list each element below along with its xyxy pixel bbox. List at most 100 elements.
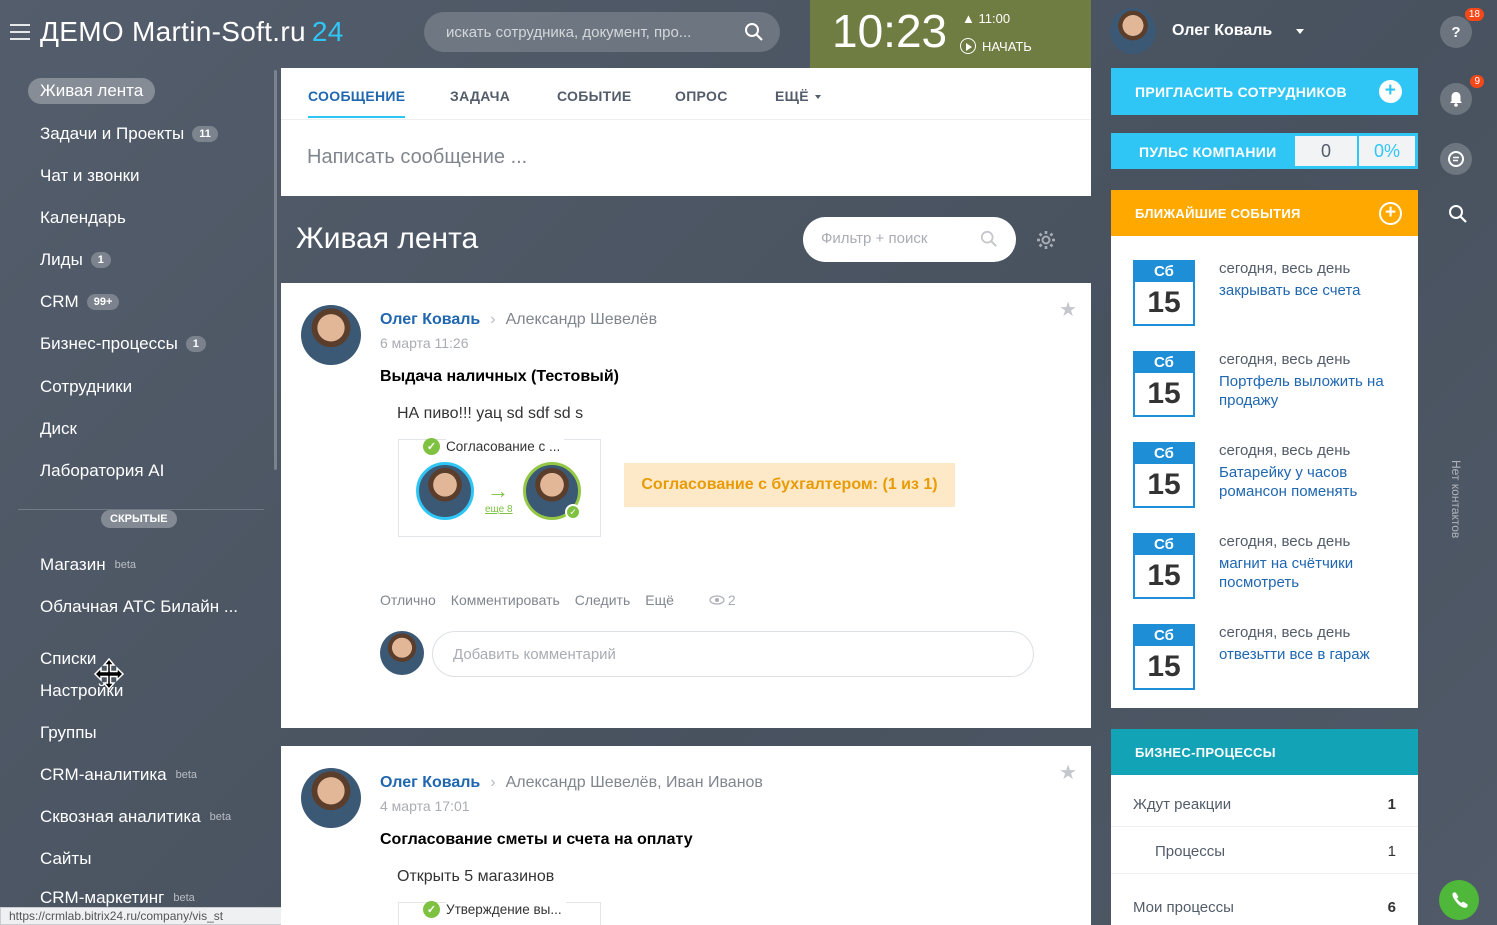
sidebar-item-groups[interactable]: Группы <box>40 723 97 743</box>
browser-status-url: https://crmlab.bitrix24.ru/company/vis_s… <box>0 907 283 925</box>
search-icon[interactable] <box>1448 204 1468 224</box>
global-search-input[interactable] <box>446 22 736 42</box>
star-icon[interactable]: ★ <box>1059 760 1077 785</box>
post-recipients[interactable]: Александр Шевелёв <box>506 311 657 328</box>
feed-filter-input[interactable] <box>821 230 971 247</box>
sidebar-item-calendar[interactable]: Календарь <box>40 208 126 228</box>
bizproc-card[interactable]: ✓ Утверждение вы... <box>398 901 601 925</box>
user-name[interactable]: Олег Коваль <box>1172 22 1272 40</box>
bizproc-row-processes[interactable]: Процессы 1 <box>1111 828 1418 874</box>
menu-icon[interactable] <box>10 24 30 40</box>
more-approvers-link[interactable]: еще 8 <box>485 504 513 515</box>
event-item[interactable]: Сб 15 сегодня, весь день отвезьтти все в … <box>1111 624 1418 704</box>
messenger-button[interactable] <box>1440 143 1472 175</box>
event-item[interactable]: Сб 15 сегодня, весь день магнит на счётчи… <box>1111 533 1418 613</box>
sidebar-item-ai-lab[interactable]: Лаборатория AI <box>40 461 164 481</box>
post-author[interactable]: Олег Коваль <box>380 774 480 791</box>
start-workday-button[interactable]: НАЧАТЬ <box>960 38 1032 54</box>
bizproc-row-mine[interactable]: Мои процессы 6 <box>1111 884 1418 925</box>
business-processes-widget: БИЗНЕС-ПРОЦЕССЫ Ждут реакции 1 Процессы 1 … <box>1111 729 1418 925</box>
sidebar-item-crm[interactable]: CRM 99+ <box>40 292 120 312</box>
sidebar-item-leads[interactable]: Лиды 1 <box>40 250 111 270</box>
tab-poll[interactable]: ОПРОС <box>675 88 728 104</box>
post-author[interactable]: Олег Коваль <box>380 311 480 328</box>
tasks-count-badge: 11 <box>192 126 218 142</box>
star-icon[interactable]: ★ <box>1059 297 1077 322</box>
feed-filter[interactable] <box>803 217 1016 262</box>
sidebar-item-shop[interactable]: Магазин beta <box>40 555 136 575</box>
leads-count-badge: 1 <box>90 252 111 268</box>
help-button[interactable]: ? 18 <box>1440 8 1484 48</box>
notifications-badge: 9 <box>1470 75 1484 88</box>
follow-button[interactable]: Следить <box>575 592 630 608</box>
sidebar-item-e2e-analytics[interactable]: Сквозная аналитика beta <box>40 807 231 827</box>
event-title-link[interactable]: Батарейку у часов романсон поменять <box>1219 463 1409 501</box>
more-button[interactable]: Ещё <box>645 592 674 608</box>
post-title: Согласование сметы и счета на оплату <box>380 831 693 848</box>
sidebar-item-beeline-ats[interactable]: Облачная АТС Билайн ... <box>40 597 238 617</box>
sidebar-item-tasks[interactable]: Задачи и Проекты 11 <box>40 124 218 144</box>
sidebar-item-crm-marketing[interactable]: CRM-маркетинг beta <box>40 888 195 908</box>
bizproc-card-title: ✓ Согласование с ... <box>423 438 565 455</box>
notifications-button[interactable]: 9 <box>1440 75 1484 115</box>
post-date[interactable]: 6 марта 11:26 <box>380 335 469 351</box>
sidebar-item-chat[interactable]: Чат и звонки <box>40 166 140 186</box>
worktime-clock[interactable]: 10:23 ▲ 11:00 НАЧАТЬ <box>810 0 1091 68</box>
sidebar-item-bizproc[interactable]: Бизнес-процессы 1 <box>40 334 206 354</box>
bizproc-row-waiting[interactable]: Ждут реакции 1 <box>1111 781 1418 827</box>
comment-button[interactable]: Комментировать <box>451 592 560 608</box>
approver-avatar[interactable] <box>416 462 474 520</box>
comment-input[interactable] <box>432 631 1034 677</box>
tab-more[interactable]: ЕЩЁ <box>775 88 821 104</box>
event-title-link[interactable]: отвезьтти все в гараж <box>1219 645 1409 664</box>
sidebar-item-crm-analytics[interactable]: CRM-аналитика beta <box>40 765 197 785</box>
post-body: Открыть 5 магазинов <box>397 868 555 885</box>
portal-logo[interactable]: ДЕМО Martin-Soft.ru 24 <box>40 16 344 48</box>
sidebar-item-employees[interactable]: Сотрудники <box>40 377 132 397</box>
move-cursor-icon <box>93 657 125 691</box>
global-search[interactable] <box>424 12 780 52</box>
tab-message[interactable]: СООБЩЕНИЕ <box>308 88 406 118</box>
page-title: Живая лента <box>296 222 479 255</box>
sidebar-item-feed[interactable]: Живая лента <box>28 78 156 104</box>
composer-tabs: СООБЩЕНИЕ ЗАДАЧА СОБЫТИЕ ОПРОС ЕЩЁ <box>281 68 1091 120</box>
gear-icon[interactable] <box>1036 230 1056 250</box>
bizproc-card-title: ✓ Утверждение вы... <box>423 901 566 918</box>
event-item[interactable]: Сб 15 сегодня, весь день Батарейку у часо… <box>1111 442 1418 522</box>
sidebar-item-sites[interactable]: Сайты <box>40 849 91 869</box>
calendar-icon: Сб 15 <box>1133 351 1195 417</box>
add-event-icon[interactable]: + <box>1379 202 1402 225</box>
user-menu[interactable]: Олег Коваль <box>1110 8 1305 54</box>
author-avatar[interactable] <box>301 305 361 365</box>
event-title-link[interactable]: Портфель выложить на продажу <box>1219 372 1409 410</box>
sidebar-item-lists[interactable]: Списки <box>40 649 96 669</box>
sidebar-item-disk[interactable]: Диск <box>40 419 77 439</box>
phone-button[interactable] <box>1439 880 1479 920</box>
user-avatar[interactable] <box>1110 8 1156 54</box>
bizproc-status-badge[interactable]: Согласование с бухгалтером: (1 из 1) <box>624 463 955 507</box>
post-recipients[interactable]: Александр Шевелёв, Иван Иванов <box>506 774 763 791</box>
event-title-link[interactable]: закрывать все счета <box>1219 281 1409 300</box>
author-avatar[interactable] <box>301 768 361 828</box>
hidden-section-toggle[interactable]: СКРЫТЫЕ <box>101 510 177 528</box>
like-button[interactable]: Отлично <box>380 592 436 608</box>
message-input[interactable]: Написать сообщение ... <box>307 146 527 169</box>
post-title: Выдача наличных (Тестовый) <box>380 368 619 385</box>
search-icon[interactable] <box>980 230 998 248</box>
post-date[interactable]: 4 марта 17:01 <box>380 798 470 814</box>
event-title-link[interactable]: магнит на счётчики посмотреть <box>1219 554 1409 592</box>
invite-employees-button[interactable]: ПРИГЛАСИТЬ СОТРУДНИКОВ + <box>1111 68 1418 115</box>
bizproc-card[interactable]: ✓ Согласование с ... → еще 8 ✓ <box>398 438 601 537</box>
event-item[interactable]: Сб 15 сегодня, весь день закрывать все сч… <box>1111 260 1418 340</box>
beta-tag: beta <box>114 559 136 571</box>
left-sidebar: Живая лента Задачи и Проекты 11 Чат и зво… <box>0 68 275 925</box>
tab-task[interactable]: ЗАДАЧА <box>450 88 510 104</box>
search-icon[interactable] <box>744 22 764 42</box>
feed-post: ★ Олег Коваль › Александр Шевелёв, Иван Ив… <box>281 746 1091 925</box>
tab-event[interactable]: СОБЫТИЕ <box>557 88 631 104</box>
sidebar-scrollbar[interactable] <box>274 70 277 470</box>
post-actions: Отлично Комментировать Следить Ещё 2 <box>380 592 736 608</box>
check-icon: ✓ <box>423 438 440 455</box>
event-item[interactable]: Сб 15 сегодня, весь день Портфель выложит… <box>1111 351 1418 431</box>
company-pulse[interactable]: ПУЛЬС КОМПАНИИ 0 0% <box>1111 133 1418 169</box>
